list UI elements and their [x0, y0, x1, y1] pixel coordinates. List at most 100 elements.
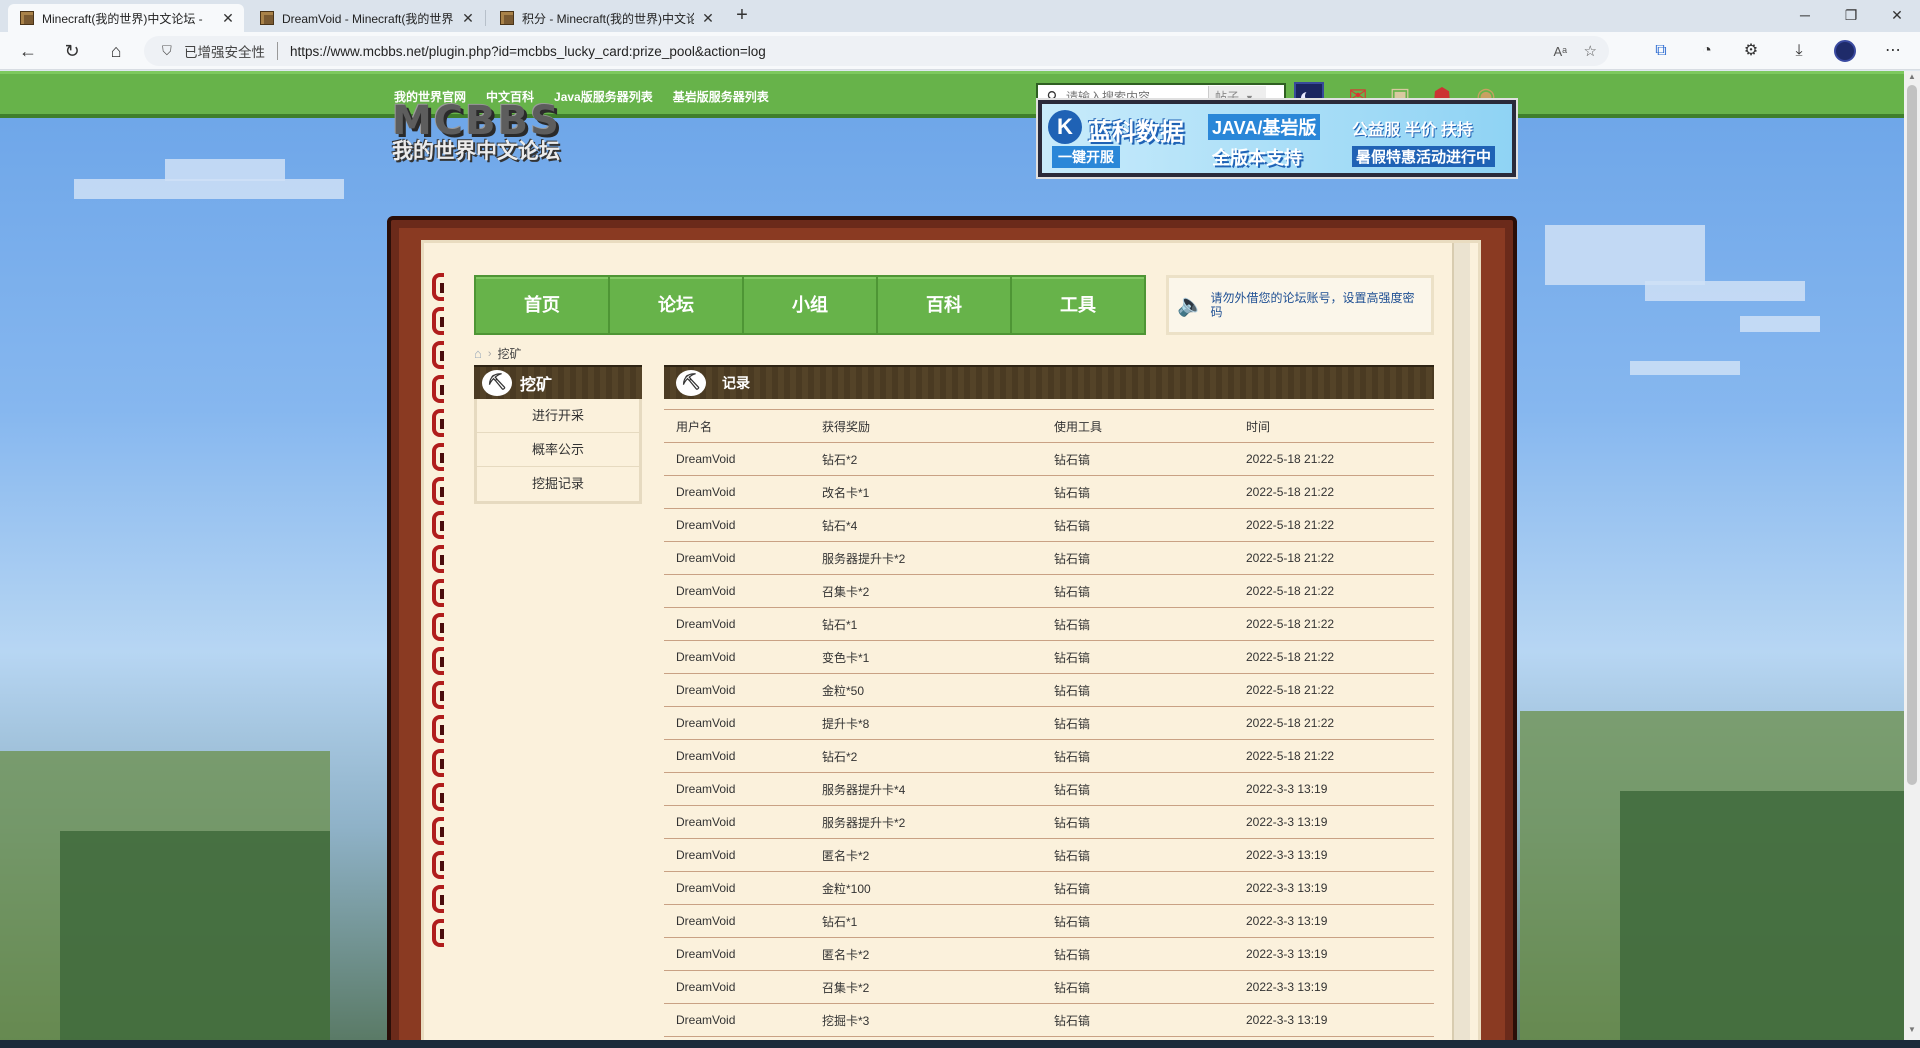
url-text[interactable]: https://www.mcbbs.net/plugin.php?id=mcbb…	[290, 44, 766, 59]
cell-username[interactable]: DreamVoid	[664, 508, 810, 542]
site-logo[interactable]: MCBBS 我的世界中文论坛	[392, 101, 598, 169]
cell-time: 2022-3-3 13:19	[1234, 904, 1434, 938]
cell-reward: 匿名卡*2	[810, 838, 1042, 872]
binder-ring	[432, 375, 444, 403]
cell-username[interactable]: DreamVoid	[664, 838, 810, 872]
cell-username[interactable]: DreamVoid	[664, 937, 810, 971]
cell-username[interactable]: DreamVoid	[664, 475, 810, 509]
cell-tool: 钻石镐	[1042, 475, 1234, 509]
table-row: DreamVoid 召集卡*2 钻石镐 2022-5-18 21:22	[664, 574, 1434, 608]
cell-reward: 钻石*2	[810, 739, 1042, 773]
sidebar-item-mine[interactable]: 进行开采	[477, 399, 639, 433]
nav-forum[interactable]: 论坛	[610, 277, 744, 333]
cell-tool: 钻石镐	[1042, 871, 1234, 905]
cell-username[interactable]: DreamVoid	[664, 541, 810, 575]
top-link-bedrock-servers[interactable]: 基岩版服务器列表	[673, 88, 769, 105]
tab-points[interactable]: 积分 - Minecraft(我的世界)中文论 ✕	[488, 4, 724, 32]
cell-reward: 变色卡*1	[810, 640, 1042, 674]
new-tab-button[interactable]: +	[728, 4, 756, 28]
cell-username[interactable]: DreamVoid	[664, 805, 810, 839]
cell-username[interactable]: DreamVoid	[664, 970, 810, 1004]
scroll-up-icon[interactable]: ▲	[1904, 72, 1920, 86]
table-row: DreamVoid 匿名卡*2 钻石镐 2022-3-3 13:19	[664, 937, 1434, 971]
cell-tool: 钻石镐	[1042, 640, 1234, 674]
shield-icon[interactable]: ⛉	[162, 43, 178, 59]
breadcrumb-current[interactable]: 挖矿	[498, 345, 522, 362]
binder-ring	[432, 749, 444, 777]
background-cloud	[1645, 281, 1805, 301]
tab-title: Minecraft(我的世界)中文论坛 -	[42, 11, 203, 26]
binder-ring	[432, 477, 444, 505]
cell-username[interactable]: DreamVoid	[664, 442, 810, 476]
ad-banner[interactable]: K 蓝科数据 JAVA/基岩版 公益服 半价 扶持 一键开服 全版本支持 暑假特…	[1038, 100, 1516, 177]
sidebar-item-probability[interactable]: 概率公示	[477, 433, 639, 467]
address-bar[interactable]: ⛉ 已增强安全性 https://www.mcbbs.net/plugin.ph…	[144, 36, 1609, 66]
table-row: DreamVoid 服务器提升卡*4 钻石镐 2022-3-3 13:19	[664, 772, 1434, 806]
nav-wiki[interactable]: 百科	[878, 277, 1012, 333]
cell-reward: 召集卡*2	[810, 970, 1042, 1004]
security-notice: 🔈 请勿外借您的论坛账号，设置高强度密码	[1166, 275, 1434, 335]
cell-username[interactable]: DreamVoid	[664, 1003, 810, 1037]
more-menu-icon[interactable]: ⋯	[1880, 40, 1906, 62]
cell-username[interactable]: DreamVoid	[664, 574, 810, 608]
page-viewport: 我的世界官网 中文百科 Java版服务器列表 基岩版服务器列表 ⚲ 帖子▼ ✉ …	[0, 71, 1904, 1040]
security-label[interactable]: 已增强安全性	[184, 41, 265, 61]
cell-tool: 钻石镐	[1042, 739, 1234, 773]
home-icon[interactable]: ⌂	[474, 346, 482, 361]
close-tab-icon[interactable]: ✕	[220, 10, 236, 27]
cell-tool: 钻石镐	[1042, 442, 1234, 476]
read-aloud-icon[interactable]: Aᵃ	[1553, 44, 1567, 59]
cell-username[interactable]: DreamVoid	[664, 673, 810, 707]
scroll-down-icon[interactable]: ▼	[1904, 1025, 1920, 1039]
nav-home[interactable]: 首页	[476, 277, 610, 333]
table-row: DreamVoid 钻石*4 钻石镐 2022-5-18 21:22	[664, 508, 1434, 542]
column-header: 使用工具	[1042, 409, 1234, 443]
binder-rings	[432, 273, 448, 953]
cell-username[interactable]: DreamVoid	[664, 706, 810, 740]
cell-tool: 钻石镐	[1042, 904, 1234, 938]
close-tab-icon[interactable]: ✕	[460, 10, 476, 27]
cell-tool: 钻石镐	[1042, 1003, 1234, 1037]
refresh-button[interactable]: ↻	[58, 38, 86, 64]
binder-ring	[432, 885, 444, 913]
sidebar-item-records[interactable]: 挖掘记录	[477, 467, 639, 501]
address-divider	[277, 42, 278, 60]
close-tab-icon[interactable]: ✕	[700, 10, 716, 27]
table-row: DreamVoid 提升卡*8 钻石镐 2022-5-18 21:22	[664, 706, 1434, 740]
back-button[interactable]: ←	[14, 38, 42, 64]
translate-icon[interactable]: ⧉	[1648, 40, 1674, 62]
scrollbar-thumb[interactable]	[1907, 85, 1917, 785]
binder-ring	[432, 409, 444, 437]
performance-icon[interactable]: ◔	[1694, 40, 1720, 62]
close-window-button[interactable]: ✕	[1874, 0, 1920, 32]
cell-tool: 钻石镐	[1042, 805, 1234, 839]
binder-ring	[432, 511, 444, 539]
tab-dreamvoid[interactable]: DreamVoid - Minecraft(我的世界 ✕	[248, 4, 484, 32]
cell-username[interactable]: DreamVoid	[664, 640, 810, 674]
minimize-button[interactable]: ─	[1782, 0, 1828, 32]
extensions-icon[interactable]: ⚙	[1738, 40, 1764, 62]
background-foliage	[1620, 791, 1904, 1040]
table-row: DreamVoid 匿名卡*2 钻石镐 2022-3-3 13:19	[664, 838, 1434, 872]
cell-reward: 服务器提升卡*2	[810, 805, 1042, 839]
background-cloud	[165, 159, 285, 181]
favorite-star-icon[interactable]: ☆	[1584, 42, 1597, 60]
tab-minecraft-forum[interactable]: Minecraft(我的世界)中文论坛 - ✕	[8, 4, 244, 32]
column-header: 获得奖励	[810, 409, 1042, 443]
cell-username[interactable]: DreamVoid	[664, 871, 810, 905]
cell-username[interactable]: DreamVoid	[664, 739, 810, 773]
cell-username[interactable]: DreamVoid	[664, 904, 810, 938]
banner-tag: 公益服 半价 扶持	[1352, 122, 1473, 139]
nav-groups[interactable]: 小组	[744, 277, 878, 333]
cell-time: 2022-3-3 13:19	[1234, 1003, 1434, 1037]
cell-username[interactable]: DreamVoid	[664, 772, 810, 806]
notice-text[interactable]: 请勿外借您的论坛账号，设置高强度密码	[1211, 291, 1423, 319]
cell-reward: 金粒*100	[810, 871, 1042, 905]
profile-avatar[interactable]	[1834, 40, 1856, 62]
home-button[interactable]: ⌂	[102, 38, 130, 64]
cell-username[interactable]: DreamVoid	[664, 607, 810, 641]
download-icon[interactable]: ⤓	[1786, 40, 1812, 62]
nav-tools[interactable]: 工具	[1012, 277, 1144, 333]
table-row: DreamVoid 服务器提升卡*2 钻石镐 2022-5-18 21:22	[664, 541, 1434, 575]
restore-button[interactable]: ❐	[1828, 0, 1874, 32]
